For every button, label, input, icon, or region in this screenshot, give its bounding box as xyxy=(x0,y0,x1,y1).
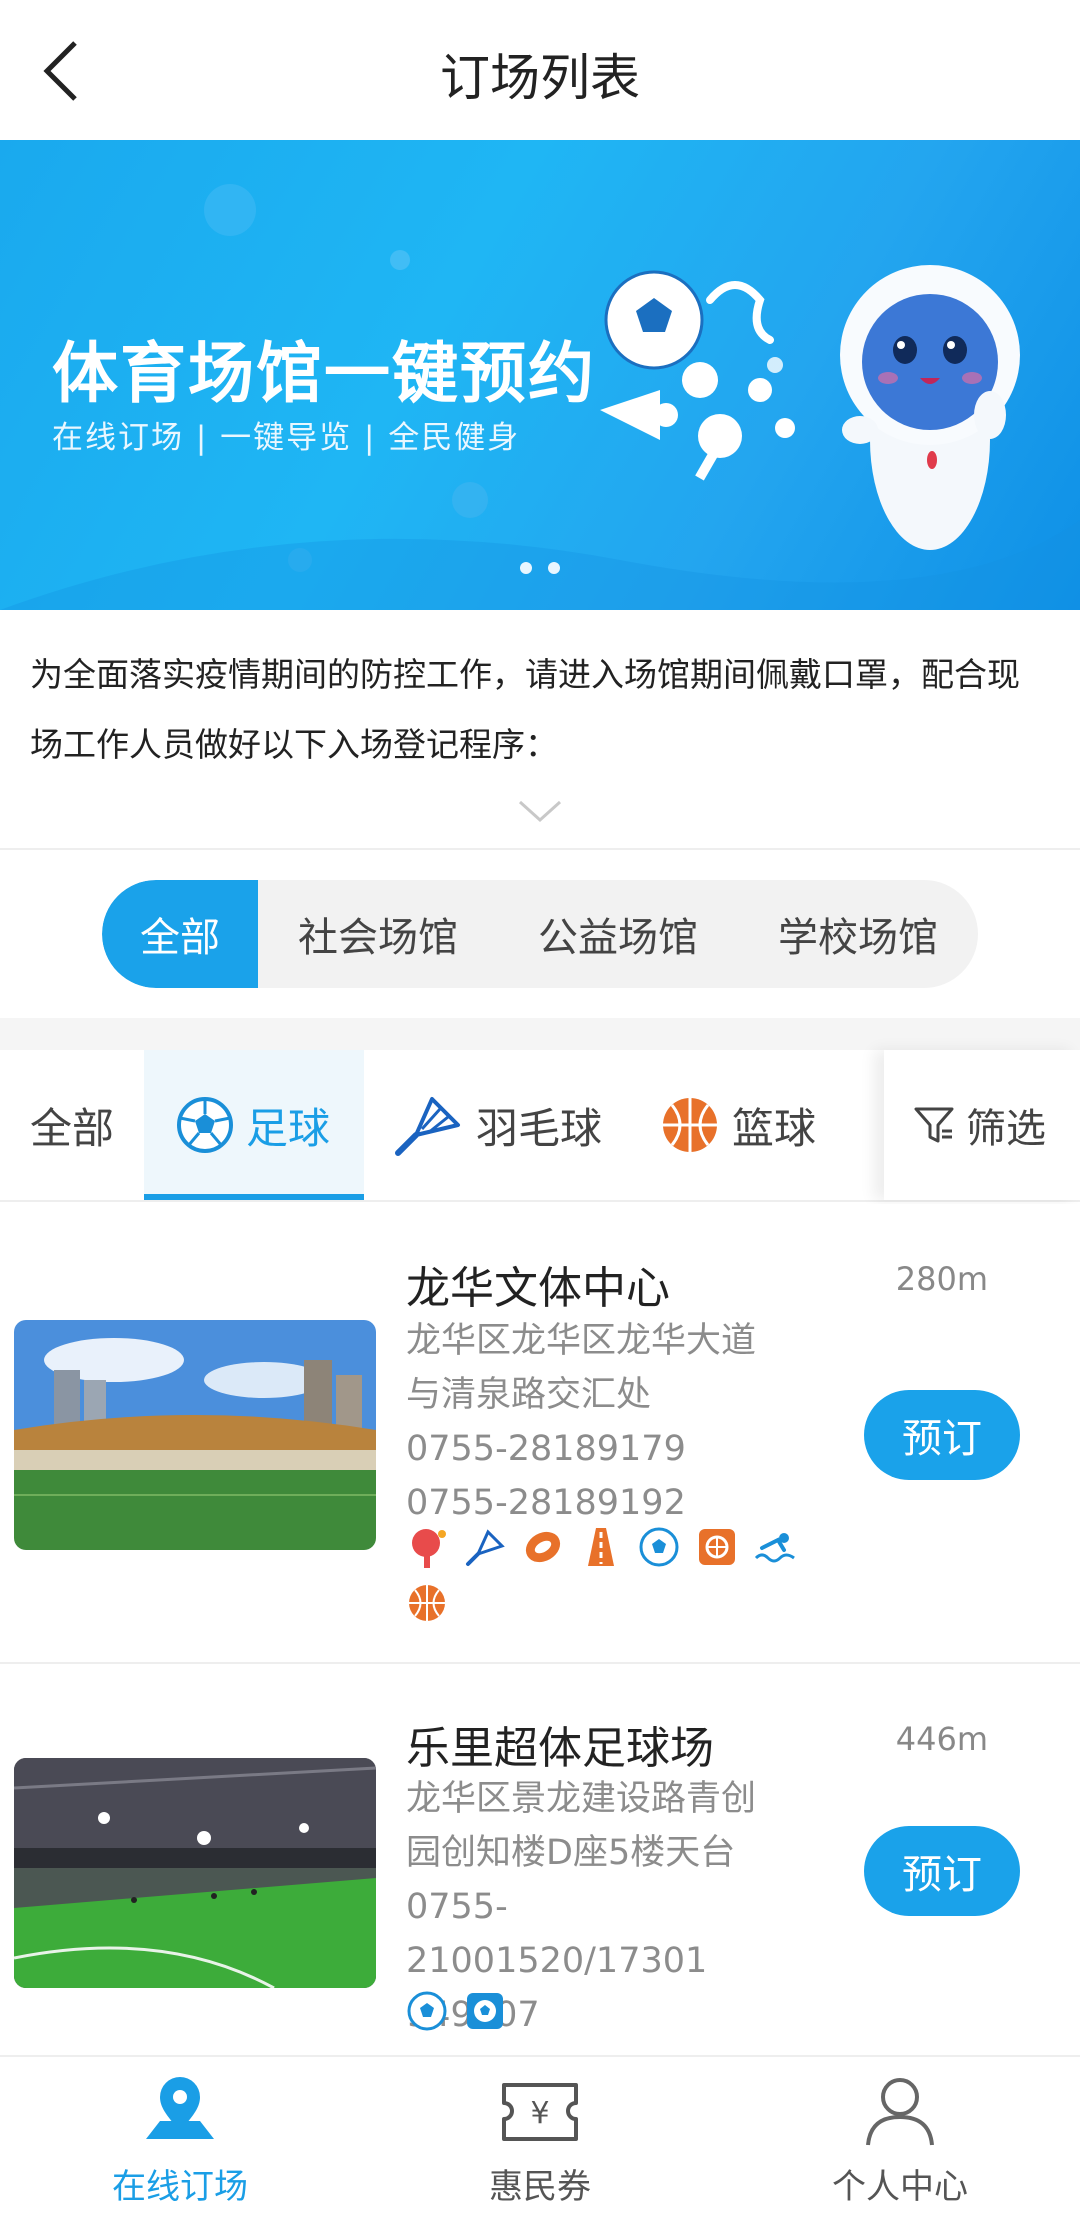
badminton-icon xyxy=(464,1526,506,1568)
book-button[interactable]: 预订 xyxy=(864,1390,1020,1480)
svg-text:¥: ¥ xyxy=(530,2096,549,2131)
bottom-navigation: 在线订场 ¥ 惠民券 个人中心 xyxy=(0,2055,1080,2215)
filter-button[interactable]: 筛选 xyxy=(884,1050,1080,1200)
phone-line[interactable]: 0755-21001520/17301 xyxy=(406,1880,796,1988)
section-gap xyxy=(0,1018,1080,1050)
category-all[interactable]: 全部 xyxy=(102,880,258,988)
table-tennis-icon xyxy=(406,1526,448,1568)
venue-address: 龙华区龙华区龙华大道 与清泉路交汇处 0755-28189179 0755-28… xyxy=(406,1314,796,1530)
basketball-icon xyxy=(663,1098,717,1152)
track-icon xyxy=(522,1526,564,1568)
venue-name: 龙华文体中心 xyxy=(406,1263,670,1314)
divider xyxy=(0,848,1080,850)
header: 订场列表 xyxy=(0,0,1080,140)
page-dot[interactable] xyxy=(548,562,560,574)
address-line: 与清泉路交汇处 xyxy=(406,1375,652,1415)
soccer-icon xyxy=(638,1526,680,1568)
notice-text: 为全面落实疫情期间的防控工作，请进入场馆期间佩戴口罩，配合现场工作人员做好以下入… xyxy=(30,655,1020,764)
filter-icon xyxy=(914,1107,954,1143)
tab-label: 足球 xyxy=(246,1103,331,1153)
address-line: 龙华区景龙建设路青创 xyxy=(406,1779,757,1819)
address-line: 园创知楼D座5楼天台 xyxy=(406,1833,736,1873)
nav-label: 在线订场 xyxy=(112,2167,248,2207)
chevron-down-icon[interactable] xyxy=(516,796,564,826)
nav-coupons[interactable]: ¥ 惠民券 xyxy=(360,2057,720,2215)
category-school[interactable]: 学校场馆 xyxy=(738,880,978,988)
tab-all-sports[interactable]: 全部 xyxy=(30,1050,114,1200)
coupon-icon: ¥ xyxy=(502,2083,578,2141)
swimming-icon xyxy=(754,1526,796,1568)
filter-label: 筛选 xyxy=(966,1106,1046,1152)
basketball-icon xyxy=(406,1582,448,1624)
soccer-icon xyxy=(406,1990,448,2032)
divider xyxy=(0,1662,1080,1664)
venue-name: 乐里超体足球场 xyxy=(406,1723,714,1774)
category-social[interactable]: 社会场馆 xyxy=(258,880,498,988)
active-tab-indicator xyxy=(144,1194,364,1200)
nav-profile[interactable]: 个人中心 xyxy=(720,2057,1080,2215)
venue-distance: 280m xyxy=(895,1260,988,1298)
mascot-illustration xyxy=(600,265,1020,550)
badminton-icon xyxy=(395,1097,460,1156)
venue-category-selector: 全部 社会场馆 公益场馆 学校场馆 xyxy=(102,880,978,988)
location-icon xyxy=(146,2077,214,2139)
phone-line[interactable]: 0755-28189179 xyxy=(406,1422,796,1476)
tab-soccer[interactable]: 足球 xyxy=(144,1050,364,1200)
running-lane-icon xyxy=(580,1526,622,1568)
venue-card[interactable]: 龙华文体中心 280m 龙华区龙华区龙华大道 与清泉路交汇处 0755-2818… xyxy=(0,1204,1080,1664)
sport-tabs: 全部 足球 羽毛球 篮球 筛选 xyxy=(0,1050,1080,1202)
nav-label: 惠民券 xyxy=(489,2167,591,2207)
venue-sports xyxy=(406,1526,806,1624)
page-title: 订场列表 xyxy=(440,49,640,107)
venue-sports xyxy=(406,1990,806,2032)
page-dot[interactable] xyxy=(520,562,532,574)
venue-photo xyxy=(14,1758,376,1988)
user-icon xyxy=(866,2078,934,2146)
soccer-field-icon xyxy=(464,1990,506,2032)
venue-card[interactable]: 乐里超体足球场 446m 龙华区景龙建设路青创 园创知楼D座5楼天台 0755-… xyxy=(0,1666,1080,2054)
nav-label: 个人中心 xyxy=(832,2167,968,2207)
phone-line[interactable]: 0755-28189192 xyxy=(406,1476,796,1530)
basketball-court-icon xyxy=(696,1526,738,1568)
tab-basketball[interactable]: 篮球 xyxy=(660,1050,816,1200)
banner-pagination xyxy=(0,562,1080,574)
tab-label: 篮球 xyxy=(732,1103,817,1153)
tab-label: 羽毛球 xyxy=(476,1103,603,1153)
banner-title: 体育场馆一键预约 xyxy=(52,335,596,412)
venue-distance: 446m xyxy=(895,1720,988,1758)
tab-badminton[interactable]: 羽毛球 xyxy=(392,1050,602,1200)
category-public-welfare[interactable]: 公益场馆 xyxy=(498,880,738,988)
tab-label: 全部 xyxy=(30,1103,115,1153)
banner-subtitle: 在线订场 | 一键导览 | 全民健身 xyxy=(52,420,521,456)
nav-online-booking[interactable]: 在线订场 xyxy=(0,2057,360,2215)
promo-banner[interactable]: 体育场馆一键预约 在线订场 | 一键导览 | 全民健身 xyxy=(0,140,1080,610)
book-button[interactable]: 预订 xyxy=(864,1826,1020,1916)
soccer-icon xyxy=(177,1097,233,1153)
address-line: 龙华区龙华区龙华大道 xyxy=(406,1321,757,1361)
venue-photo xyxy=(14,1320,376,1550)
